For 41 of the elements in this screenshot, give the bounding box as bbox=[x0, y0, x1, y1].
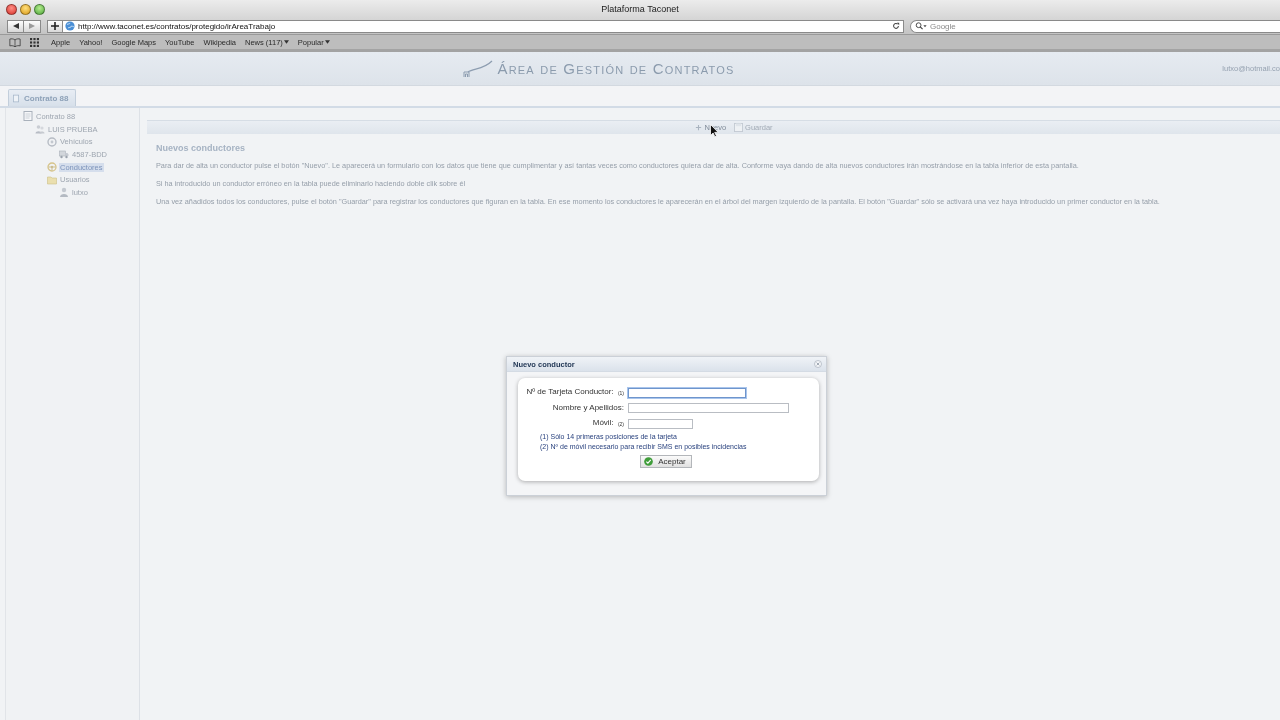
document-icon bbox=[23, 111, 33, 122]
reload-icon[interactable] bbox=[892, 22, 900, 30]
grid-icon[interactable] bbox=[30, 37, 39, 47]
address-field[interactable]: http://www.taconet.es/contratos/protegido/irAreaTrabajo bbox=[62, 19, 904, 33]
section-heading: Nuevos conductores bbox=[156, 143, 247, 153]
truck-icon bbox=[59, 149, 69, 160]
steering-wheel-icon bbox=[47, 162, 57, 173]
text-field[interactable] bbox=[628, 387, 746, 398]
forward-icon bbox=[29, 23, 35, 29]
text-field[interactable] bbox=[628, 403, 789, 413]
people-icon bbox=[35, 124, 45, 135]
book-icon[interactable] bbox=[9, 37, 21, 47]
minimize-button[interactable] bbox=[20, 3, 31, 15]
close-button[interactable] bbox=[6, 3, 17, 15]
text-field[interactable] bbox=[628, 418, 693, 429]
caret-icon bbox=[283, 40, 289, 44]
field-label: Móvil: $_{(2)}$ bbox=[592, 418, 624, 429]
folder-icon bbox=[47, 174, 57, 185]
add-bookmark-button[interactable] bbox=[47, 19, 62, 33]
zoom-button[interactable] bbox=[34, 3, 45, 15]
plus-icon bbox=[695, 124, 703, 131]
back-button[interactable] bbox=[7, 19, 24, 33]
caret-icon bbox=[324, 40, 330, 44]
field-label: Nº de Tarjeta Conductor: $_{(1)}$ bbox=[526, 387, 624, 398]
logo-icon bbox=[463, 59, 494, 78]
field-label: Nombre y Apellidos: bbox=[552, 403, 624, 413]
page-title: Área de Gestión de Contratos bbox=[497, 60, 735, 77]
url-text: http://www.taconet.es/contratos/protegido/irAreaTrabajo bbox=[78, 21, 277, 31]
globe-icon bbox=[65, 21, 75, 31]
tab[interactable]: Contrato 88 bbox=[8, 89, 77, 106]
back-icon bbox=[12, 23, 19, 29]
person-icon bbox=[59, 187, 69, 198]
close-icon bbox=[814, 360, 822, 368]
search-field[interactable]: Google bbox=[910, 19, 1280, 33]
document-icon bbox=[13, 93, 19, 103]
wheel-icon bbox=[47, 136, 57, 147]
window-title: Plataforma Taconet bbox=[601, 4, 679, 14]
check-icon bbox=[644, 457, 654, 466]
plus-icon bbox=[51, 22, 59, 30]
accept-button[interactable]: Aceptar bbox=[640, 455, 692, 468]
search-icon bbox=[915, 22, 927, 30]
